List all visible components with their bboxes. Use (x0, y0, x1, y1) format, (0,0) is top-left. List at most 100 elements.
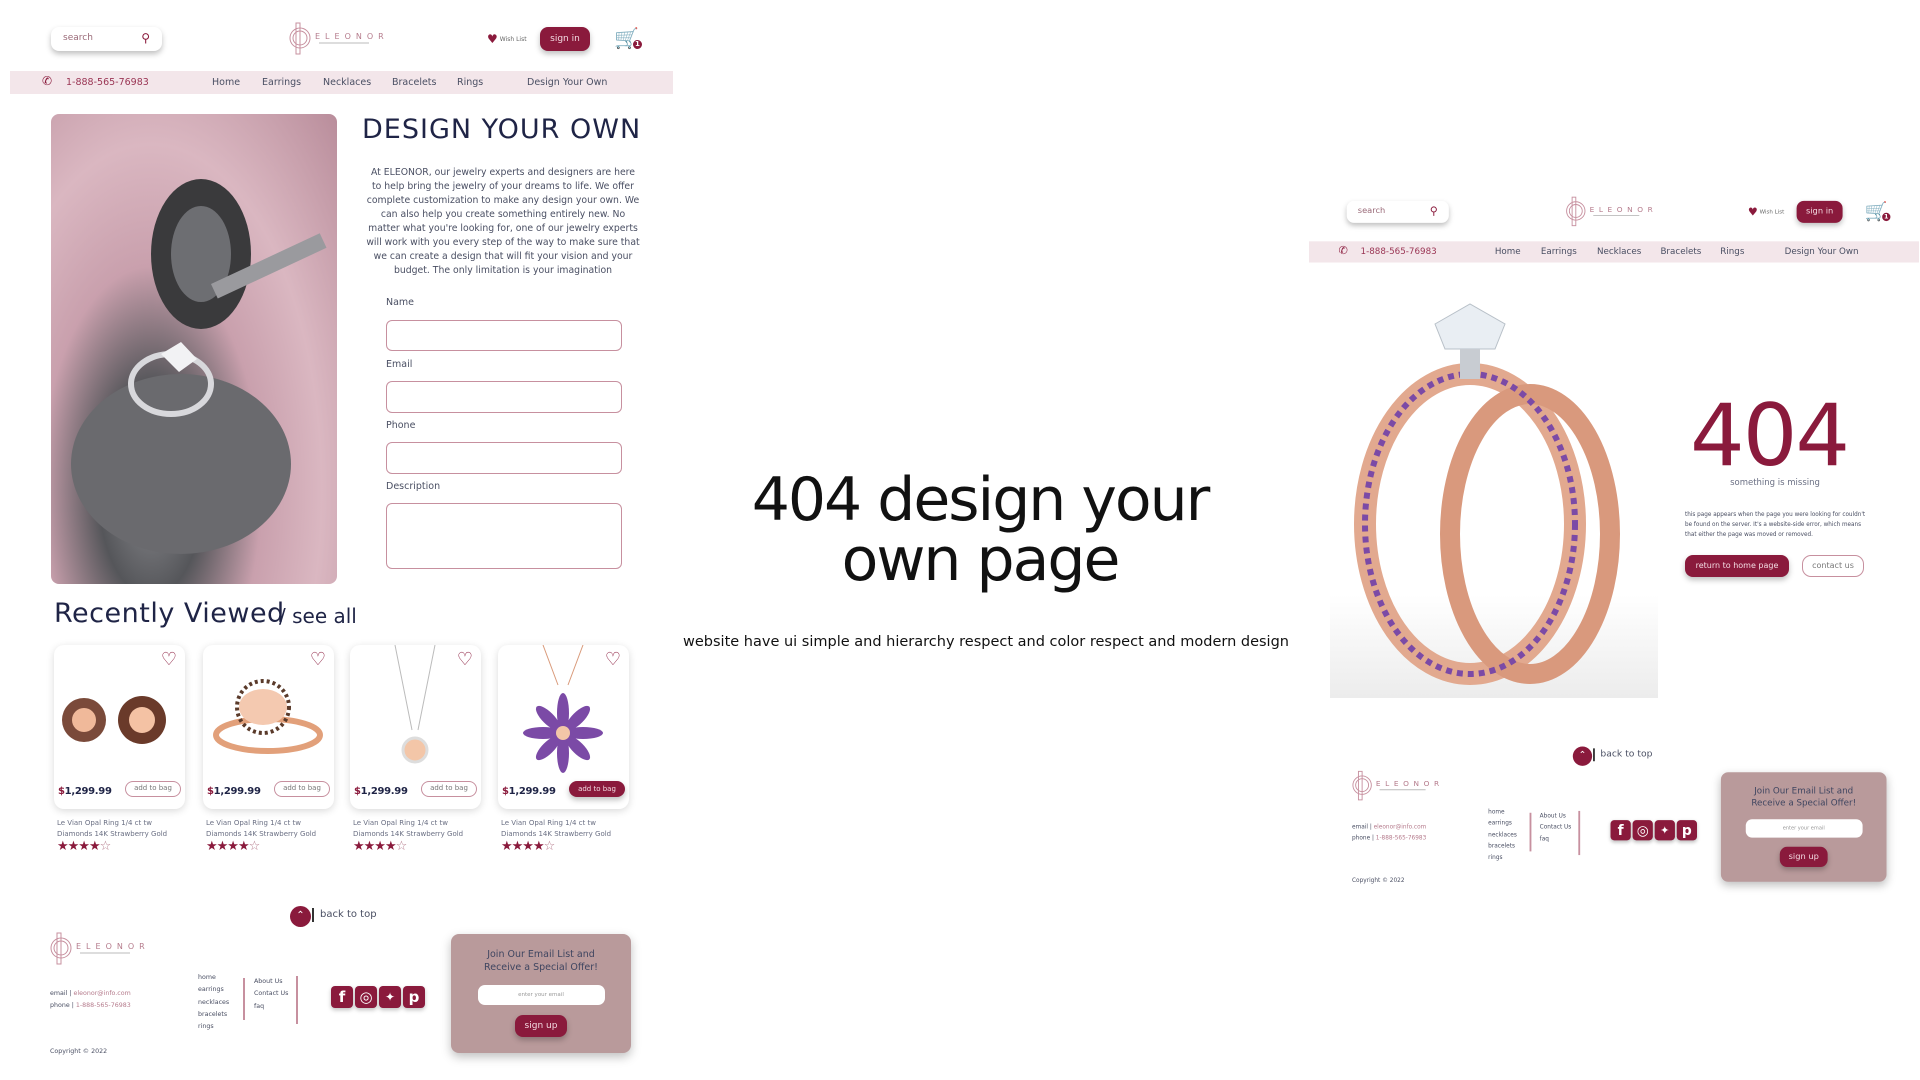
error-code: 404 (1690, 386, 1850, 486)
back-to-top-link[interactable]: back to top (320, 909, 377, 920)
footer-link-home[interactable]: home (1488, 807, 1517, 818)
pinterest-icon[interactable]: p (1676, 820, 1697, 841)
footer-link-rings[interactable]: rings (1488, 852, 1517, 863)
footer-link-earrings[interactable]: earrings (198, 984, 229, 996)
email-input[interactable] (386, 381, 622, 413)
footer-phone[interactable]: 1-888-565-76983 (76, 1002, 131, 1009)
footer-link-bracelets[interactable]: bracelets (198, 1009, 229, 1021)
pinterest-icon[interactable]: p (403, 986, 425, 1008)
sign-up-button[interactable]: sign up (1779, 846, 1828, 868)
search-input[interactable]: search ⚲ (51, 27, 162, 51)
nav-design-your-own[interactable]: Design Your Own (1785, 247, 1859, 257)
add-to-bag-button[interactable]: add to bag (274, 781, 330, 797)
newsletter-email-input[interactable]: enter your email (477, 985, 605, 1005)
product-price: $1,299.99 (207, 786, 261, 797)
nav-bracelets[interactable]: Bracelets (392, 77, 436, 88)
product-card[interactable]: ♡ $1,299.99 add to bag (498, 645, 629, 809)
instagram-icon[interactable]: ◎ (1632, 820, 1653, 841)
twitter-icon[interactable]: ✦ (1654, 820, 1675, 841)
favorite-heart-icon[interactable]: ♡ (310, 649, 326, 670)
back-to-top-button[interactable]: ⌃ (290, 906, 311, 927)
footer-email[interactable]: eleonor@info.com (1374, 824, 1427, 830)
favorite-heart-icon[interactable]: ♡ (457, 649, 473, 670)
wish-list-link[interactable]: ♥ Wish List (487, 32, 527, 46)
footer-link-contact[interactable]: Contact Us (254, 988, 288, 1000)
favorite-heart-icon[interactable]: ♡ (161, 649, 177, 670)
svg-text:ELEONOR: ELEONOR (1590, 205, 1658, 214)
copyright: Copyright © 2022 (50, 1048, 108, 1055)
sign-in-button[interactable]: sign in (1796, 200, 1843, 223)
logo[interactable]: ELEONOR (1566, 194, 1667, 228)
phone-input[interactable] (386, 442, 622, 474)
nav-home[interactable]: Home (1495, 247, 1521, 257)
footer-link-home[interactable]: home (198, 972, 229, 984)
back-to-top-button[interactable]: ⌃ (1572, 746, 1593, 766)
nav-home[interactable]: Home (212, 77, 240, 88)
nav-design-your-own[interactable]: Design Your Own (527, 77, 607, 88)
product-name[interactable]: Le Vian Opal Ring 1/4 ct tw Diamonds 14K … (57, 818, 197, 840)
facebook-icon[interactable]: f (331, 986, 353, 1008)
page-title: DESIGN YOUR OWN (362, 114, 642, 145)
product-card[interactable]: ♡ $1,299.99 add to bag (203, 645, 334, 809)
cart-icon[interactable]: 🛒 1 (1865, 200, 1892, 222)
search-input[interactable]: search ⚲ (1346, 200, 1449, 223)
nav-rings[interactable]: Rings (1720, 247, 1744, 257)
description-textarea[interactable] (386, 503, 622, 569)
footer-link-faq[interactable]: faq (254, 1001, 288, 1013)
nav-rings[interactable]: Rings (457, 77, 483, 88)
footer-logo: ELEONOR (1352, 769, 1453, 803)
return-home-button[interactable]: return to home page (1685, 555, 1789, 577)
cart-badge: 1 (1881, 211, 1892, 222)
twitter-icon[interactable]: ✦ (379, 986, 401, 1008)
product-card[interactable]: ♡ $1,299.99 add to bag (54, 645, 185, 809)
phone-icon: ✆ (1338, 244, 1348, 257)
sign-up-button[interactable]: sign up (515, 1015, 567, 1037)
svg-text:ELEONOR: ELEONOR (315, 32, 389, 41)
search-icon: ⚲ (141, 31, 150, 45)
footer-link-about[interactable]: About Us (1540, 811, 1572, 822)
product-name[interactable]: Le Vian Opal Ring 1/4 ct tw Diamonds 14K … (501, 818, 641, 840)
footer-email[interactable]: eleonor@info.com (74, 990, 131, 997)
add-to-bag-button[interactable]: add to bag (125, 781, 181, 797)
footer-link-necklaces[interactable]: necklaces (1488, 830, 1517, 841)
back-to-top-link[interactable]: back to top (1600, 749, 1652, 759)
wish-list-link[interactable]: ♥ Wish List (1748, 205, 1784, 218)
svg-text:ELEONOR: ELEONOR (76, 942, 150, 951)
newsletter-email-input[interactable]: enter your email (1745, 819, 1863, 838)
error-page-footer: ⌃ back to top ELEONOR email | eleonor@in… (1352, 741, 1904, 888)
nav-earrings[interactable]: Earrings (262, 77, 301, 88)
footer-phone[interactable]: 1-888-565-76983 (1376, 835, 1427, 841)
see-all-link[interactable]: / see all (279, 604, 357, 628)
favorite-heart-icon[interactable]: ♡ (605, 649, 621, 670)
cart-icon[interactable]: 🛒 1 (614, 26, 643, 50)
product-price: $1,299.99 (354, 786, 408, 797)
footer-link-bracelets[interactable]: bracelets (1488, 841, 1517, 852)
svg-text:ELEONOR: ELEONOR (1376, 779, 1444, 788)
footer-link-earrings[interactable]: earrings (1488, 819, 1517, 830)
footer-link-necklaces[interactable]: necklaces (198, 997, 229, 1009)
product-card[interactable]: ♡ $1,299.99 add to bag (350, 645, 481, 809)
search-icon: ⚲ (1429, 204, 1438, 218)
contact-us-button[interactable]: contact us (1802, 555, 1864, 577)
logo[interactable]: ELEONOR (289, 20, 399, 57)
instagram-icon[interactable]: ◎ (355, 986, 377, 1008)
nav-necklaces[interactable]: Necklaces (1597, 247, 1641, 257)
product-name[interactable]: Le Vian Opal Ring 1/4 ct tw Diamonds 14K … (353, 818, 493, 840)
nav-bracelets[interactable]: Bracelets (1660, 247, 1701, 257)
nav-necklaces[interactable]: Necklaces (323, 77, 371, 88)
design-page-footer: ⌃ back to top ELEONOR email | eleonor@in… (50, 900, 650, 1060)
phone-number: 1-888-565-76983 (66, 77, 149, 88)
add-to-bag-button[interactable]: add to bag (569, 781, 625, 797)
nav-earrings[interactable]: Earrings (1541, 247, 1577, 257)
footer-link-contact[interactable]: Contact Us (1540, 822, 1572, 833)
heart-icon: ♥ (1747, 205, 1758, 219)
product-name[interactable]: Le Vian Opal Ring 1/4 ct tw Diamonds 14K … (206, 818, 346, 840)
name-input[interactable] (386, 320, 622, 351)
footer-link-rings[interactable]: rings (198, 1021, 229, 1033)
footer-link-faq[interactable]: faq (1540, 834, 1572, 845)
footer-link-about[interactable]: About Us (254, 976, 288, 988)
error-description: this page appears when the page you were… (1685, 512, 1866, 538)
sign-in-button[interactable]: sign in (540, 27, 590, 51)
add-to-bag-button[interactable]: add to bag (421, 781, 477, 797)
facebook-icon[interactable]: f (1610, 820, 1631, 841)
